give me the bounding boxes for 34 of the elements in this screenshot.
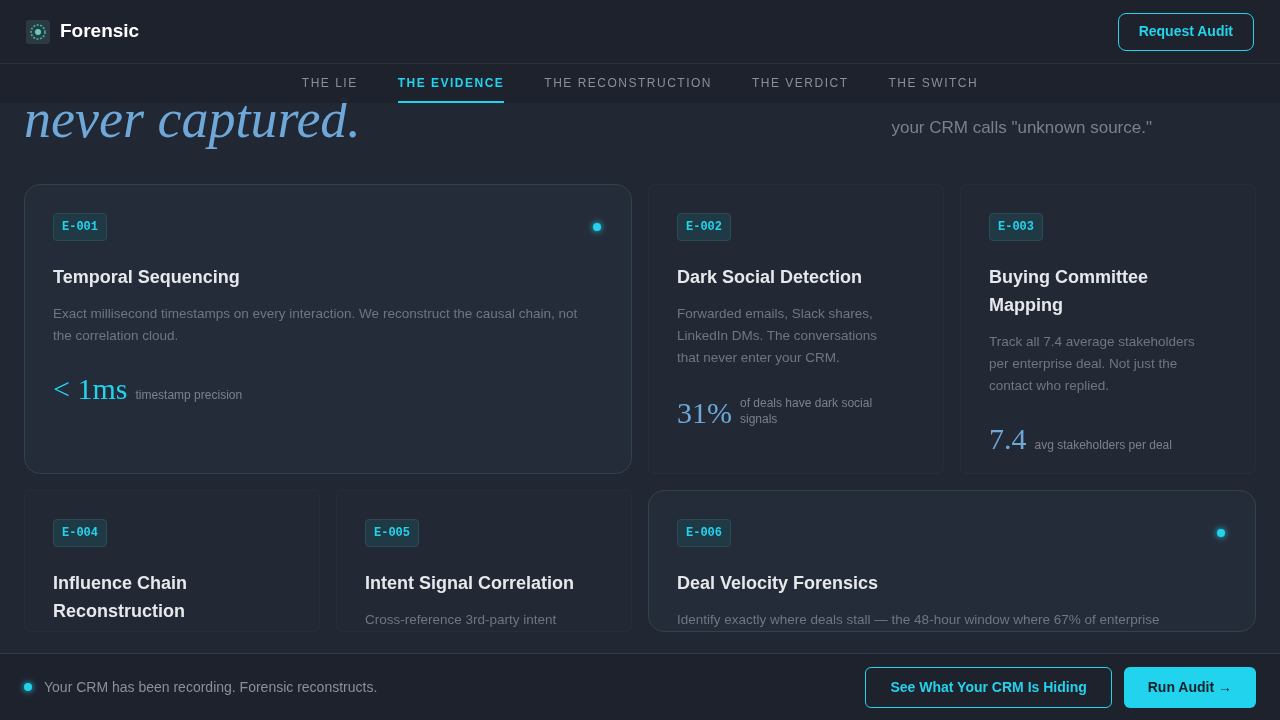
metric-value: < 1ms [53,373,128,405]
card-title: Buying Committee Mapping [989,266,1149,317]
status-message: Your CRM has been recording. Forensic reconstructs. [44,677,378,697]
request-audit-button[interactable]: Request Audit [1117,12,1254,51]
evidence-code-badge: E-001 [53,213,107,241]
run-audit-button[interactable]: Run Audit → [1123,666,1256,708]
logo-icon [26,19,50,44]
metric-label: of deals have dark social signals [740,395,874,428]
nav-tab[interactable]: THE RECONSTRUCTION [544,64,712,103]
card-title: Intent Signal Correlation [365,572,575,595]
evidence-code-badge: E-002 [677,213,731,241]
evidence-code-badge: E-004 [53,519,107,547]
nav-tab[interactable]: THE SWITCH [888,64,979,103]
evidence-code-badge: E-005 [365,519,419,547]
nav-tab[interactable]: THE VERDICT [752,64,849,103]
card-title: Dark Social Detection [677,266,864,289]
card-description: Forwarded emails, Slack shares, LinkedIn DMs. The conversations that never enter your CRM. [677,305,879,367]
metric-label: timestamp precision [135,387,243,404]
metric-value: 7.4 [989,423,1027,455]
evidence-code-badge: E-003 [989,213,1043,241]
metric-label: avg stakeholders per deal [1034,437,1172,454]
hero-subtext: your CRM calls "unknown source." [891,117,1153,139]
see-hiding-button[interactable]: See What Your CRM Is Hiding [865,666,1112,708]
card-title: Deal Velocity Forensics [677,572,880,595]
card-title: Temporal Sequencing [53,266,241,289]
card-description: Cross-reference 3rd-party intent [365,611,558,629]
card-description: Track all 7.4 average stakeholders per enterprise deal. Not just the contact who replied. [989,333,1196,395]
card-description: Exact millisecond timestamps on every interaction. We reconstruct the causal chain, not the correlation cloud. [53,305,579,345]
evidence-code-badge: E-006 [677,519,731,547]
card-title: Influence Chain Reconstruction [53,572,188,623]
metric-value: 31% [677,397,732,429]
nav-tab[interactable]: THE EVIDENCE [397,64,505,103]
card-description: Identify exactly where deals stall — the 48-hour window where 67% of enterprise [677,611,1161,629]
brand-name[interactable]: Forensic [60,17,140,46]
